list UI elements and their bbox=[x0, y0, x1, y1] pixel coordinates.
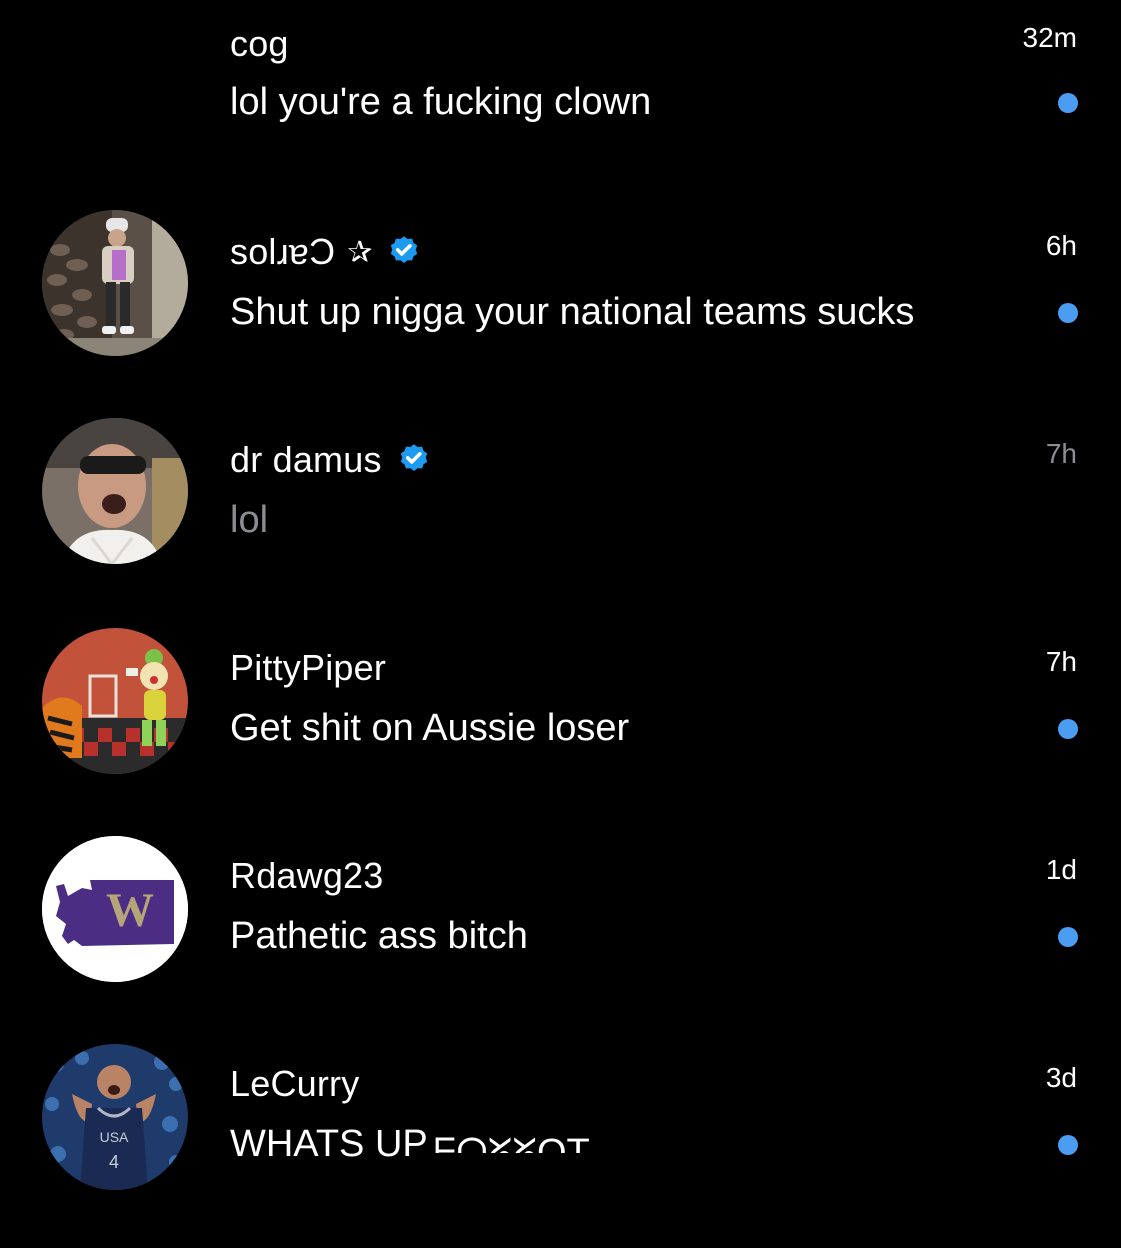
sender-line: Rdawg23 bbox=[230, 854, 384, 898]
timestamp: 7h bbox=[1045, 646, 1077, 677]
unread-indicator-dot bbox=[1058, 93, 1078, 113]
sender-line: dr damus bbox=[230, 438, 432, 482]
avatar[interactable] bbox=[42, 628, 188, 774]
message-preview: lol you're a fucking clown bbox=[230, 80, 652, 123]
sender-name: dr damus bbox=[230, 439, 382, 480]
message-preview-text: WHATS UP bbox=[230, 1122, 428, 1165]
sender-line: LeCurry bbox=[230, 1062, 359, 1106]
washington-w-logo-icon: W bbox=[42, 836, 188, 982]
message-preview: Get shit on Aussie loser bbox=[230, 706, 630, 749]
verified-badge-icon bbox=[400, 444, 427, 471]
timestamp: 6h bbox=[1045, 230, 1077, 261]
message-preview: lol bbox=[230, 498, 269, 541]
basketball-player-icon: USA 4 bbox=[42, 1044, 188, 1190]
unread-indicator-dot bbox=[1058, 303, 1078, 323]
star-symbol: ✰ bbox=[347, 235, 373, 269]
conversation-row[interactable]: PittyPiper Get shit on Aussie loser 7h bbox=[0, 624, 1121, 832]
cartoon-clown-icon bbox=[42, 628, 188, 774]
sender-name: LeCurry bbox=[230, 1063, 360, 1104]
unread-indicator-dot bbox=[1058, 719, 1078, 739]
sender-line: cog bbox=[230, 22, 289, 66]
avatar[interactable]: W bbox=[42, 836, 188, 982]
avatar[interactable] bbox=[42, 418, 188, 564]
message-preview: Pathetic ass bitch bbox=[230, 914, 528, 957]
sender-name: cog bbox=[230, 23, 289, 64]
verified-badge-icon bbox=[391, 236, 418, 263]
message-preview: WHATS UP ᖴᗩᘜᘜOT bbox=[230, 1120, 590, 1168]
jersey-text: USA bbox=[100, 1129, 129, 1145]
sender-name: PittyPiper bbox=[230, 647, 387, 688]
person-photo-icon bbox=[42, 418, 188, 564]
avatar[interactable] bbox=[42, 210, 188, 356]
sender-line: solɹɐƆ ✰ bbox=[230, 230, 422, 274]
sender-name: solɹɐƆ bbox=[230, 231, 336, 272]
conversation-row[interactable]: dr damus lol 7h bbox=[0, 416, 1121, 624]
sender-name: Rdawg23 bbox=[230, 855, 384, 896]
timestamp: 1d bbox=[1045, 854, 1077, 885]
conversation-row[interactable]: cog lol you're a fucking clown 32m bbox=[0, 0, 1121, 208]
person-photo-icon bbox=[42, 210, 188, 356]
message-list: cog lol you're a fucking clown 32m solɹɐ… bbox=[0, 0, 1121, 1200]
jersey-number: 4 bbox=[109, 1152, 119, 1172]
sender-line: PittyPiper bbox=[230, 646, 386, 690]
unread-indicator-dot bbox=[1058, 927, 1078, 947]
timestamp: 3d bbox=[1045, 1062, 1077, 1093]
message-preview: Shut up nigga your national teams sucks bbox=[230, 290, 915, 333]
conversation-row[interactable]: W Rdawg23 Pathetic ass bitch 1d bbox=[0, 832, 1121, 1040]
message-preview-cutoff-text: ᖴᗩᘜᘜOT bbox=[433, 1132, 590, 1153]
timestamp: 32m bbox=[1022, 22, 1077, 53]
timestamp: 7h bbox=[1045, 438, 1077, 469]
conversation-row[interactable]: solɹɐƆ ✰ Shut up nigga your national tea… bbox=[0, 208, 1121, 416]
svg-text:W: W bbox=[106, 884, 154, 937]
unread-indicator-dot bbox=[1058, 1135, 1078, 1155]
avatar[interactable]: USA 4 bbox=[42, 1044, 188, 1190]
conversation-row[interactable]: USA 4 LeCurry WHATS UP ᖴᗩᘜᘜOT 3d bbox=[0, 1040, 1121, 1248]
